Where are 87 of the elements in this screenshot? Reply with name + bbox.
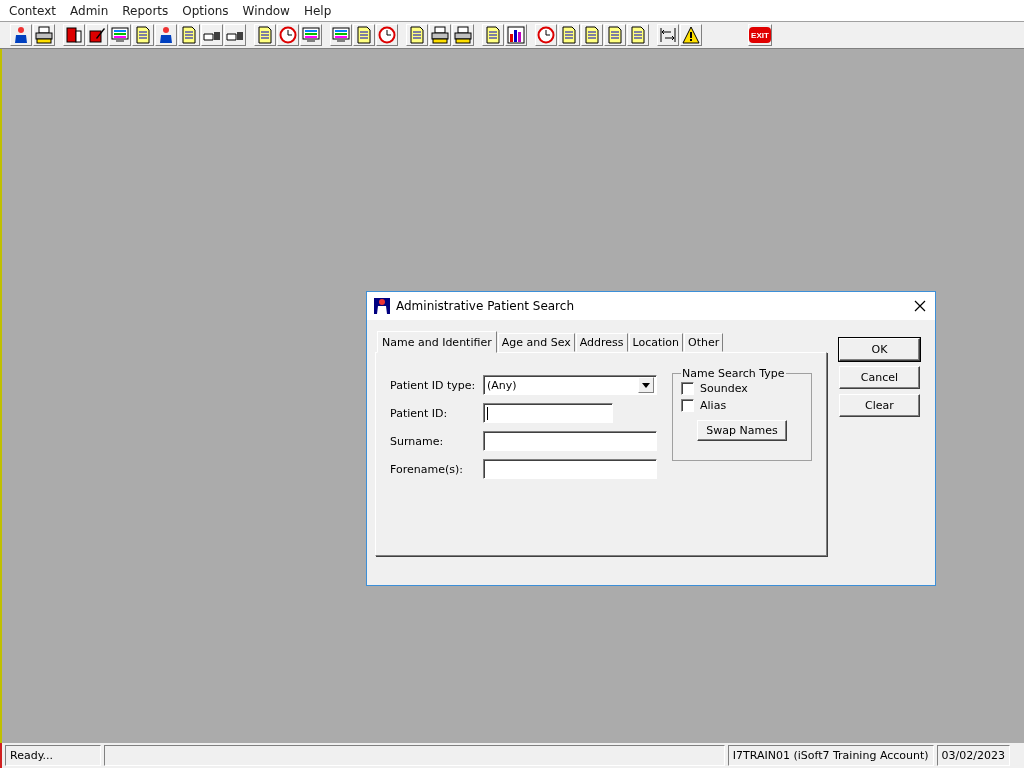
field-label: Forename(s): [390,462,464,476]
pen-button[interactable] [86,24,108,46]
printer-button[interactable] [429,24,451,46]
doc-icon [606,26,624,44]
doc-icon [583,26,601,44]
checkbox[interactable] [681,382,694,395]
input-field[interactable] [483,459,657,479]
monitor-button[interactable] [300,24,322,46]
input-field[interactable] [483,403,613,423]
monitor-icon [332,26,350,44]
menu-item[interactable]: Context [2,3,63,18]
doc-button[interactable] [406,24,428,46]
tab[interactable]: Name and Identifier [377,331,497,353]
doc-button[interactable] [178,24,200,46]
tab[interactable]: Location [628,333,684,352]
field-label: Surname: [390,434,445,448]
printer-button[interactable] [33,24,55,46]
warning-button[interactable] [680,24,702,46]
close-icon[interactable] [914,300,926,312]
monitor-button[interactable] [330,24,352,46]
book-button[interactable] [63,24,85,46]
monitor-icon [111,26,129,44]
person-icon [374,298,390,314]
doc-button[interactable] [604,24,626,46]
menu-item[interactable]: Help [296,3,339,18]
caret-icon [642,382,650,388]
dialog-button[interactable]: OK [839,338,920,361]
chart-icon [507,26,525,44]
checkbox-label: Soundex [700,382,748,395]
printer-icon [35,26,53,44]
swap-names-button[interactable]: Swap Names [697,420,787,441]
doc-icon [355,26,373,44]
doc-icon [560,26,578,44]
monitor-button[interactable] [109,24,131,46]
menu-item[interactable]: Reports [115,3,176,18]
patient-id-type-dropdown[interactable]: (Any) [483,375,657,395]
clock-button[interactable] [535,24,557,46]
clock-button[interactable] [277,24,299,46]
doc-icon [629,26,647,44]
dialog-button[interactable]: Cancel [839,366,920,389]
chart-button[interactable] [505,24,527,46]
arrows-icon [659,26,677,44]
field-label: Patient ID: [390,406,449,420]
dialog-title: Administrative Patient Search [396,299,575,313]
doc-button[interactable] [353,24,375,46]
menu-item[interactable]: Options [175,3,236,18]
menu-item[interactable]: Window [235,3,297,18]
field-label: Patient ID type: [390,378,477,392]
checkbox[interactable] [681,399,694,412]
pen-icon [88,26,106,44]
status-message: Ready... [5,745,101,766]
input-field[interactable] [483,431,657,451]
doc-icon [134,26,152,44]
doc-icon [180,26,198,44]
warning-icon [682,26,700,44]
person-button[interactable] [155,24,177,46]
book-icon [65,26,83,44]
person-button[interactable] [10,24,32,46]
doc-button[interactable] [132,24,154,46]
doc-icon [484,26,502,44]
clock-icon [537,26,555,44]
status-user: I7TRAIN01 (iSoft7 Training Account) [727,745,934,766]
doc-icon [256,26,274,44]
monitor-icon [302,26,320,44]
clock-icon [279,26,297,44]
arrows-button[interactable] [657,24,679,46]
doc-button[interactable] [482,24,504,46]
tab[interactable]: Other [684,333,724,352]
printer-button[interactable] [452,24,474,46]
printer-icon [454,26,472,44]
checkbox-label: Alias [700,399,727,412]
doc-button[interactable] [558,24,580,46]
doc-button[interactable] [627,24,649,46]
tab[interactable]: Age and Sex [497,333,575,352]
doc-button[interactable] [581,24,603,46]
tab[interactable]: Address [575,333,628,352]
doc-button[interactable] [254,24,276,46]
person-icon [12,26,30,44]
clock-icon [378,26,396,44]
menu-item[interactable]: Admin [63,3,116,18]
person-icon [157,26,175,44]
doc-icon [408,26,426,44]
dialog-button[interactable]: Clear [839,394,920,417]
clock-button[interactable] [376,24,398,46]
printer-icon [431,26,449,44]
status-date: 03/02/2023 [936,745,1010,766]
group-title: Name Search Type [681,367,786,380]
